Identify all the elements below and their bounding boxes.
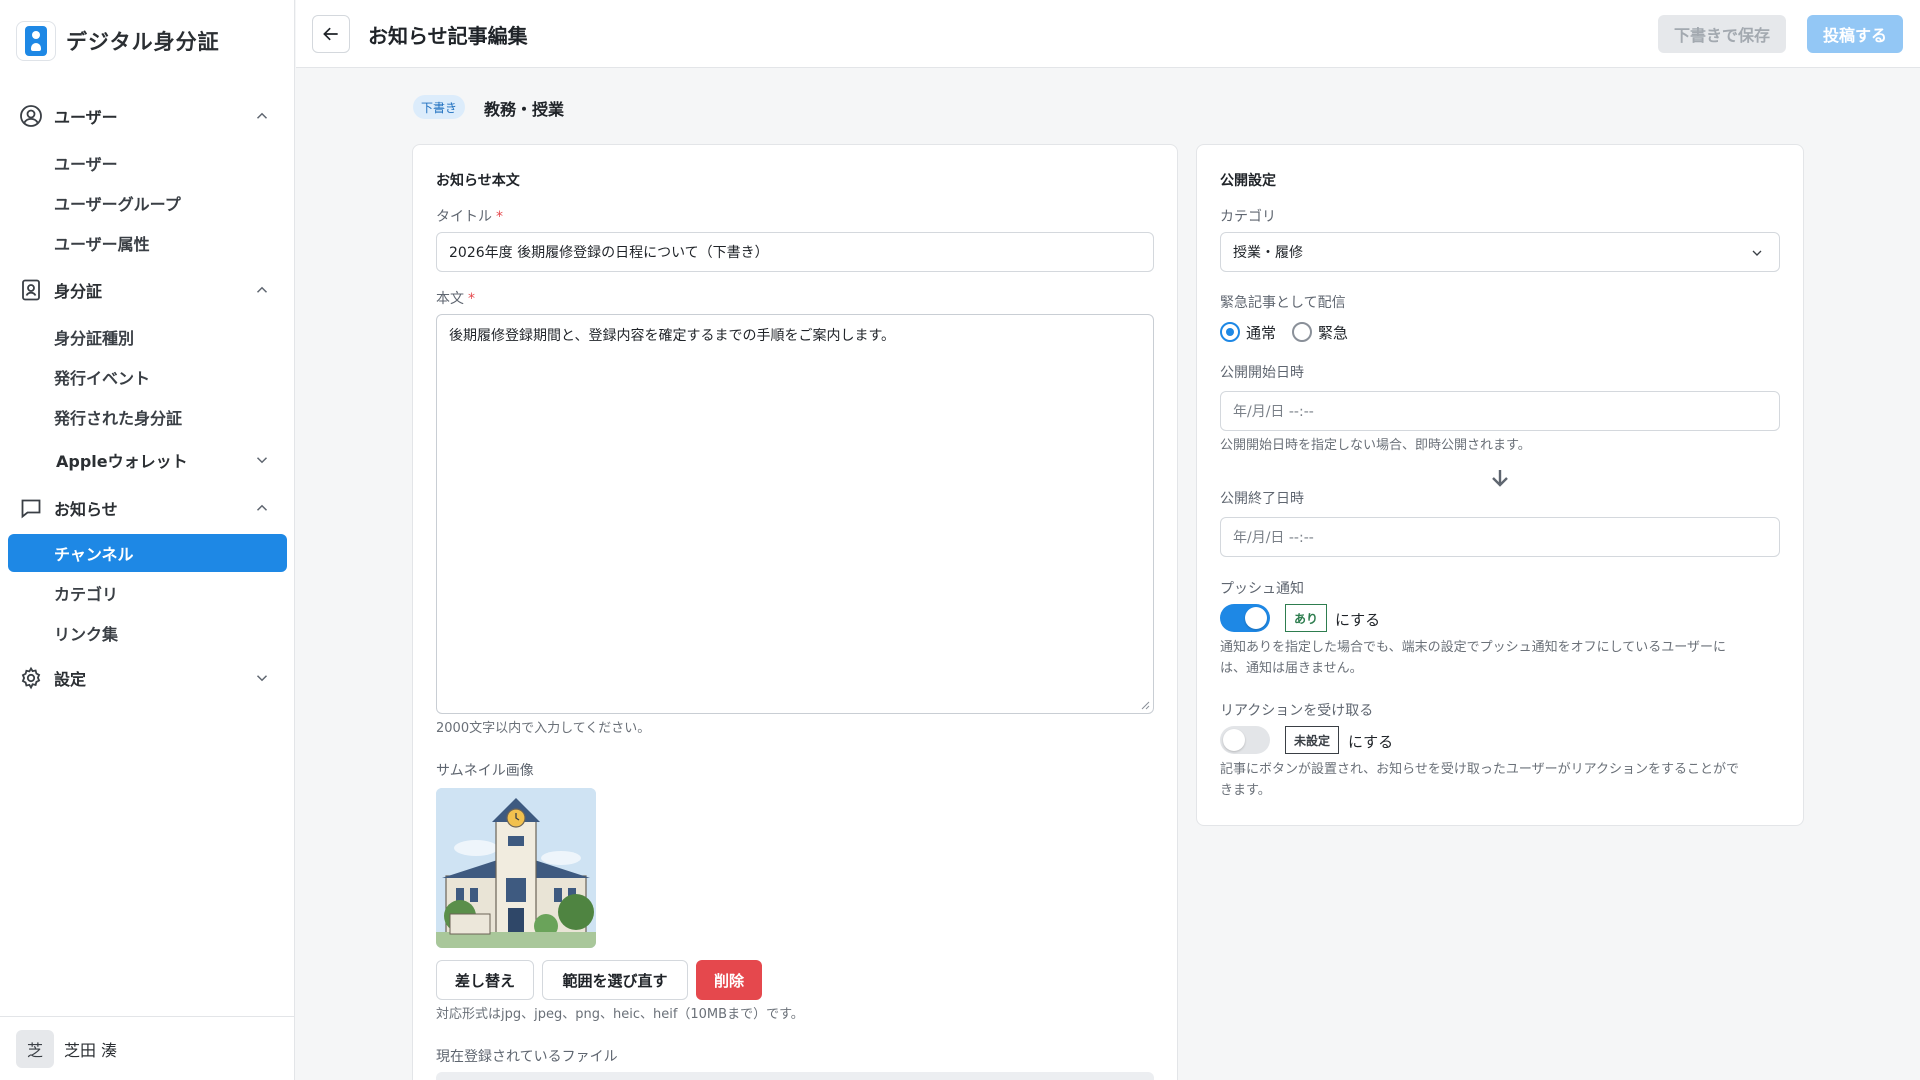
push-suffix: にする	[1335, 611, 1381, 629]
brand[interactable]: デジタル身分証	[16, 20, 220, 62]
message-square-icon	[18, 495, 44, 521]
replace-image-button[interactable]: 差し替え	[436, 960, 534, 1000]
campus-building-illustration	[436, 788, 596, 948]
start-datetime-input[interactable]: 年/月/日 --:--	[1220, 391, 1780, 431]
thumbnail-image	[436, 788, 596, 948]
end-datetime-input[interactable]: 年/月/日 --:--	[1220, 517, 1780, 557]
reaction-help-text: 記事にボタンが設置され、お知らせを受け取ったユーザーがリアクションをすることがで…	[1220, 762, 1739, 798]
sidebar-subgroup-label: Appleウォレット	[56, 452, 188, 471]
sidebar-group-users[interactable]: ユーザー	[0, 96, 295, 136]
push-notification-toggle[interactable]	[1220, 604, 1270, 632]
sidebar-item-user-groups[interactable]: ユーザーグループ	[8, 184, 287, 222]
reselect-crop-button[interactable]: 範囲を選び直す	[542, 960, 688, 1000]
push-notification-label: プッシュ通知	[1220, 581, 1304, 597]
radio-urgent-label[interactable]: 緊急	[1318, 322, 1348, 343]
chevron-down-icon	[256, 675, 268, 682]
registered-files-list	[436, 1072, 1154, 1080]
toggle-knob	[1223, 729, 1245, 751]
push-help-text: 通知ありを指定した場合でも、端末の設定でプッシュ通知をオフにしているユーザーには…	[1220, 640, 1726, 676]
current-user[interactable]: 芝 芝田 湊	[0, 1016, 295, 1080]
save-draft-button[interactable]: 下書きで保存	[1658, 15, 1786, 53]
back-button[interactable]	[312, 15, 350, 53]
thumbnail-label: サムネイル画像	[436, 763, 534, 779]
reaction-label: リアクションを受け取る	[1220, 703, 1374, 719]
page-header: お知らせ記事編集 下書きで保存 投稿する	[296, 0, 1920, 68]
chevron-up-icon	[256, 112, 268, 119]
reaction-toggle[interactable]	[1220, 726, 1270, 754]
sidebar-group-label: ユーザー	[54, 108, 118, 127]
resize-handle-icon[interactable]	[1140, 700, 1150, 710]
title-input[interactable]: 2026年度 後期履修登録の日程について（下書き）	[436, 232, 1154, 272]
radio-urgent[interactable]	[1292, 322, 1313, 342]
user-name: 芝田 湊	[64, 1040, 118, 1060]
body-textarea[interactable]: 後期履修登録期間と、登録内容を確定するまでの手順をご案内します。	[436, 314, 1154, 714]
chevron-up-icon	[256, 504, 268, 511]
status-badge: 下書き	[413, 95, 466, 119]
chevron-up-icon	[256, 286, 268, 293]
radio-normal[interactable]	[1220, 322, 1240, 342]
start-datetime-label: 公開開始日時	[1220, 365, 1304, 381]
sidebar-group-settings[interactable]: 設定	[0, 658, 295, 698]
toggle-knob	[1245, 607, 1267, 629]
page-title: お知らせ記事編集	[368, 24, 528, 48]
post-button[interactable]: 投稿する	[1807, 15, 1903, 53]
category-select[interactable]: 授業・履修	[1220, 232, 1780, 272]
chevron-down-icon	[256, 457, 268, 464]
sidebar-item-channels[interactable]: チャンネル	[8, 534, 287, 572]
sidebar: デジタル身分証 ユーザー ユーザー ユーザーグループ ユーザー属性 身分証 身分…	[0, 0, 295, 1080]
end-datetime-label: 公開終了日時	[1220, 491, 1304, 507]
arrow-down-icon	[1492, 470, 1508, 487]
id-card-icon	[18, 277, 44, 303]
sidebar-group-label: 設定	[54, 670, 87, 689]
publish-section-title: 公開設定	[1220, 173, 1276, 189]
category-selected-value: 授業・履修	[1233, 245, 1303, 261]
reaction-status-tag: 未設定	[1285, 726, 1340, 754]
arrow-left-icon	[323, 27, 338, 41]
radio-normal-label[interactable]: 通常	[1246, 322, 1276, 343]
push-status-tag: あり	[1285, 604, 1328, 632]
sidebar-group-news[interactable]: お知らせ	[0, 488, 295, 528]
chevron-down-icon	[1752, 250, 1762, 256]
sidebar-group-label: お知らせ	[54, 500, 118, 519]
sidebar-group-label: 身分証	[54, 282, 103, 301]
user-circle-icon	[18, 103, 44, 129]
category-label: カテゴリ	[1220, 209, 1276, 225]
sidebar-item-issued-ids[interactable]: 発行された身分証	[8, 398, 287, 436]
content-section-title: お知らせ本文	[436, 173, 520, 189]
sidebar-item-categories[interactable]: カテゴリ	[8, 574, 287, 612]
sidebar-item-users[interactable]: ユーザー	[8, 144, 287, 182]
app-logo-icon	[16, 21, 56, 61]
sidebar-item-id-types[interactable]: 身分証種別	[8, 318, 287, 356]
reaction-suffix: にする	[1348, 733, 1394, 751]
avatar: 芝	[16, 1029, 54, 1068]
delete-image-button[interactable]: 削除	[696, 960, 762, 1000]
sidebar-group-id[interactable]: 身分証	[0, 270, 295, 310]
status-category: 教務・授業	[484, 100, 565, 119]
urgent-radio-group: 通常 緊急	[1220, 320, 1358, 344]
start-datetime-help: 公開開始日時を指定しない場合、即時公開されます。	[1220, 438, 1531, 453]
registered-files-label: 現在登録されているファイル	[436, 1049, 618, 1065]
body-label: 本文 *	[436, 291, 475, 307]
sidebar-item-link-collection[interactable]: リンク集	[8, 614, 287, 652]
body-help-text: 2000文字以内で入力してください。	[436, 721, 651, 736]
gear-icon	[18, 665, 44, 691]
app-name: デジタル身分証	[66, 30, 220, 54]
urgent-label: 緊急記事として配信	[1220, 295, 1346, 311]
format-help-text: 対応形式はjpg、jpeg、png、heic、heif（10MBまで）です。	[436, 1007, 804, 1022]
body-text: 後期履修登録期間と、登録内容を確定するまでの手順をご案内します。	[449, 328, 896, 344]
sidebar-subgroup-apple-wallet[interactable]: Appleウォレット	[0, 440, 295, 480]
title-label: タイトル *	[436, 209, 503, 225]
sidebar-item-user-attributes[interactable]: ユーザー属性	[8, 224, 287, 262]
sidebar-item-issue-events[interactable]: 発行イベント	[8, 358, 287, 396]
